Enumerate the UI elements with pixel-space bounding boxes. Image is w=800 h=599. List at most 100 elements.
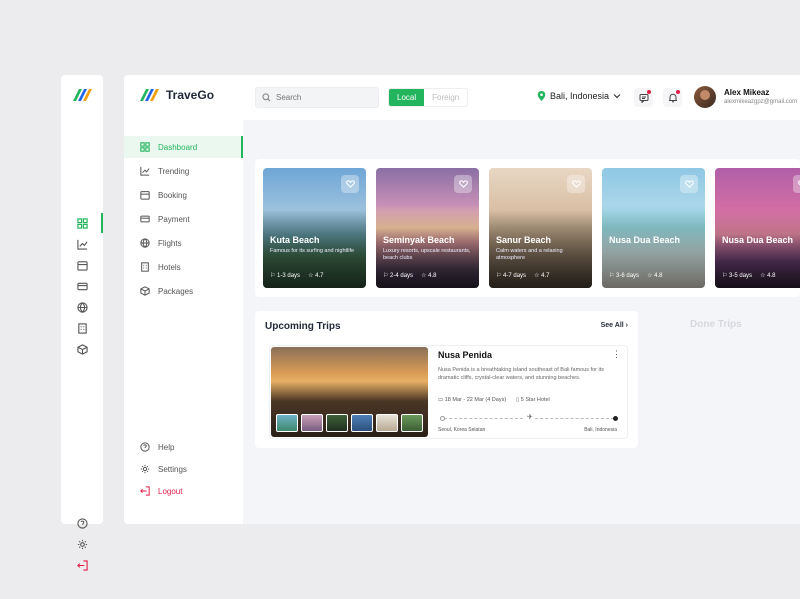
- sidebar-item-label: Flights: [158, 238, 182, 248]
- heart-icon[interactable]: [454, 175, 472, 193]
- help-icon: [140, 442, 150, 452]
- sidebar-item-label: Trending: [158, 166, 190, 176]
- globe-icon[interactable]: [75, 300, 89, 314]
- user-name: Alex Mikeaz: [724, 88, 770, 97]
- duration: ⚐ 4-7 days: [496, 273, 527, 279]
- done-trips-title[interactable]: Done Trips: [690, 319, 742, 330]
- thumbnail[interactable]: [401, 414, 423, 432]
- sidebar-item-dashboard[interactable]: Dashboard: [124, 136, 243, 158]
- destination-title: Nusa Dua Beach: [722, 235, 794, 245]
- rating: ☆ 4.7: [534, 273, 550, 279]
- destination-desc: Famous for its surfing and nightlife: [270, 248, 355, 254]
- rating: ☆ 4.8: [647, 273, 663, 279]
- sidebar-item-logout[interactable]: Logout: [124, 480, 243, 502]
- package-icon[interactable]: [75, 342, 89, 356]
- heart-icon[interactable]: [680, 175, 698, 193]
- notifications-unread-dot: [676, 90, 680, 94]
- destination-title: Sanur Beach: [496, 235, 552, 245]
- dashboard-icon[interactable]: [75, 216, 89, 230]
- thumbnail[interactable]: [376, 414, 398, 432]
- trending-icon: [140, 166, 150, 176]
- heart-icon[interactable]: [341, 175, 359, 193]
- duration: ⚐ 2-4 days: [383, 273, 414, 279]
- trip-description: Nusa Penida is a breathtaking island sou…: [438, 367, 605, 381]
- payment-icon: [140, 215, 150, 223]
- sidebar-item-booking[interactable]: Booking: [124, 184, 243, 206]
- thumbnail[interactable]: [326, 414, 348, 432]
- destination-title: Nusa Dua Beach: [609, 235, 681, 245]
- sidebar-item-payment[interactable]: Payment: [124, 208, 243, 230]
- logout-icon: [140, 486, 150, 496]
- sidebar-item-label: Help: [158, 442, 175, 452]
- destination-card[interactable]: Nusa Dua Beach ⚐ 3-5 days ☆ 4.8: [715, 168, 800, 288]
- app-logo-icon: [140, 89, 159, 101]
- trip-route: ✈: [440, 413, 618, 423]
- local-toggle-button[interactable]: Local: [389, 89, 425, 106]
- messages-unread-dot: [647, 90, 651, 94]
- mini-sidebar: [61, 75, 103, 571]
- thumbnail[interactable]: [301, 414, 323, 432]
- gear-icon: [140, 464, 150, 474]
- trending-icon[interactable]: [75, 237, 89, 251]
- see-all-link[interactable]: See All ›: [601, 322, 628, 329]
- sidebar-item-label: Dashboard: [158, 142, 198, 152]
- messages-button[interactable]: [634, 88, 653, 107]
- rating: ☆ 4.7: [308, 273, 324, 279]
- destination-title: Kuta Beach: [270, 235, 320, 245]
- booking-icon: [140, 191, 150, 200]
- thumbnail[interactable]: [276, 414, 298, 432]
- heart-icon[interactable]: [567, 175, 585, 193]
- search-icon: [262, 93, 271, 102]
- rating: ☆ 4.8: [421, 273, 437, 279]
- sidebar-item-flights[interactable]: Flights: [124, 232, 243, 254]
- search-box[interactable]: [255, 87, 379, 108]
- app-logo-icon[interactable]: [71, 87, 93, 108]
- sidebar-item-label: Logout: [158, 486, 183, 496]
- bell-icon: [668, 93, 677, 102]
- rating: ☆ 4.8: [760, 273, 776, 279]
- user-email: alexmikeazgpz@gmail.com: [724, 99, 798, 105]
- mini-active-indicator: [101, 213, 103, 233]
- sidebar-item-packages[interactable]: Packages: [124, 280, 243, 302]
- destination-card[interactable]: Kuta Beach Famous for its surfing and ni…: [263, 168, 366, 288]
- sidebar-item-trending[interactable]: Trending: [124, 160, 243, 182]
- trip-card[interactable]: Nusa Penida ⋮ Nusa Penida is a breathtak…: [269, 345, 628, 439]
- trip-image: [271, 347, 428, 437]
- sidebar-item-hotels[interactable]: Hotels: [124, 256, 243, 278]
- sidebar-item-help[interactable]: Help: [124, 436, 243, 458]
- sidebar-item-label: Hotels: [158, 262, 181, 272]
- thumbnail[interactable]: [351, 414, 373, 432]
- trip-hotel: ▯ 5 Star Hotel: [516, 397, 550, 403]
- hotel-icon[interactable]: [75, 321, 89, 335]
- chat-icon: [639, 93, 648, 103]
- gear-icon[interactable]: [75, 537, 89, 551]
- more-vertical-icon[interactable]: ⋮: [612, 349, 621, 360]
- location-selector[interactable]: Bali, Indonesia: [537, 91, 621, 101]
- sidebar-item-label: Booking: [158, 190, 187, 200]
- foreign-toggle-button[interactable]: Foreign: [424, 89, 468, 106]
- origin-dot: [440, 416, 445, 421]
- destination-card[interactable]: Nusa Dua Beach ⚐ 3-6 days ☆ 4.8: [602, 168, 705, 288]
- app-name: TraveGo: [166, 88, 215, 102]
- sidebar-nav: Dashboard Trending Booking Payment Fligh…: [124, 120, 243, 524]
- brand[interactable]: TraveGo: [138, 87, 214, 103]
- dashboard-icon: [140, 142, 150, 152]
- trip-dates: ▭ 18 Mar - 22 Mar (4 Days): [438, 397, 507, 403]
- duration: ⚐ 1-3 days: [270, 273, 301, 279]
- notifications-button[interactable]: [663, 88, 682, 107]
- sidebar-item-label: Packages: [158, 286, 194, 296]
- sidebar-item-settings[interactable]: Settings: [124, 458, 243, 480]
- scope-toggle: Local Foreign: [388, 88, 469, 107]
- search-input[interactable]: [276, 93, 371, 102]
- help-icon[interactable]: [75, 516, 89, 530]
- avatar[interactable]: [694, 86, 716, 108]
- payment-icon[interactable]: [75, 279, 89, 293]
- logout-icon[interactable]: [75, 558, 89, 572]
- destination-card[interactable]: Sanur Beach Calm waters and a relaxing a…: [489, 168, 592, 288]
- heart-icon[interactable]: [793, 175, 800, 193]
- destination-card[interactable]: Seminyak Beach Luxury resorts, upscale r…: [376, 168, 479, 288]
- section-title: Upcoming Trips: [265, 321, 341, 332]
- booking-icon[interactable]: [75, 258, 89, 272]
- package-icon: [140, 286, 150, 296]
- upcoming-trips-panel: Upcoming Trips See All › Nusa Penida ⋮ N…: [255, 311, 638, 448]
